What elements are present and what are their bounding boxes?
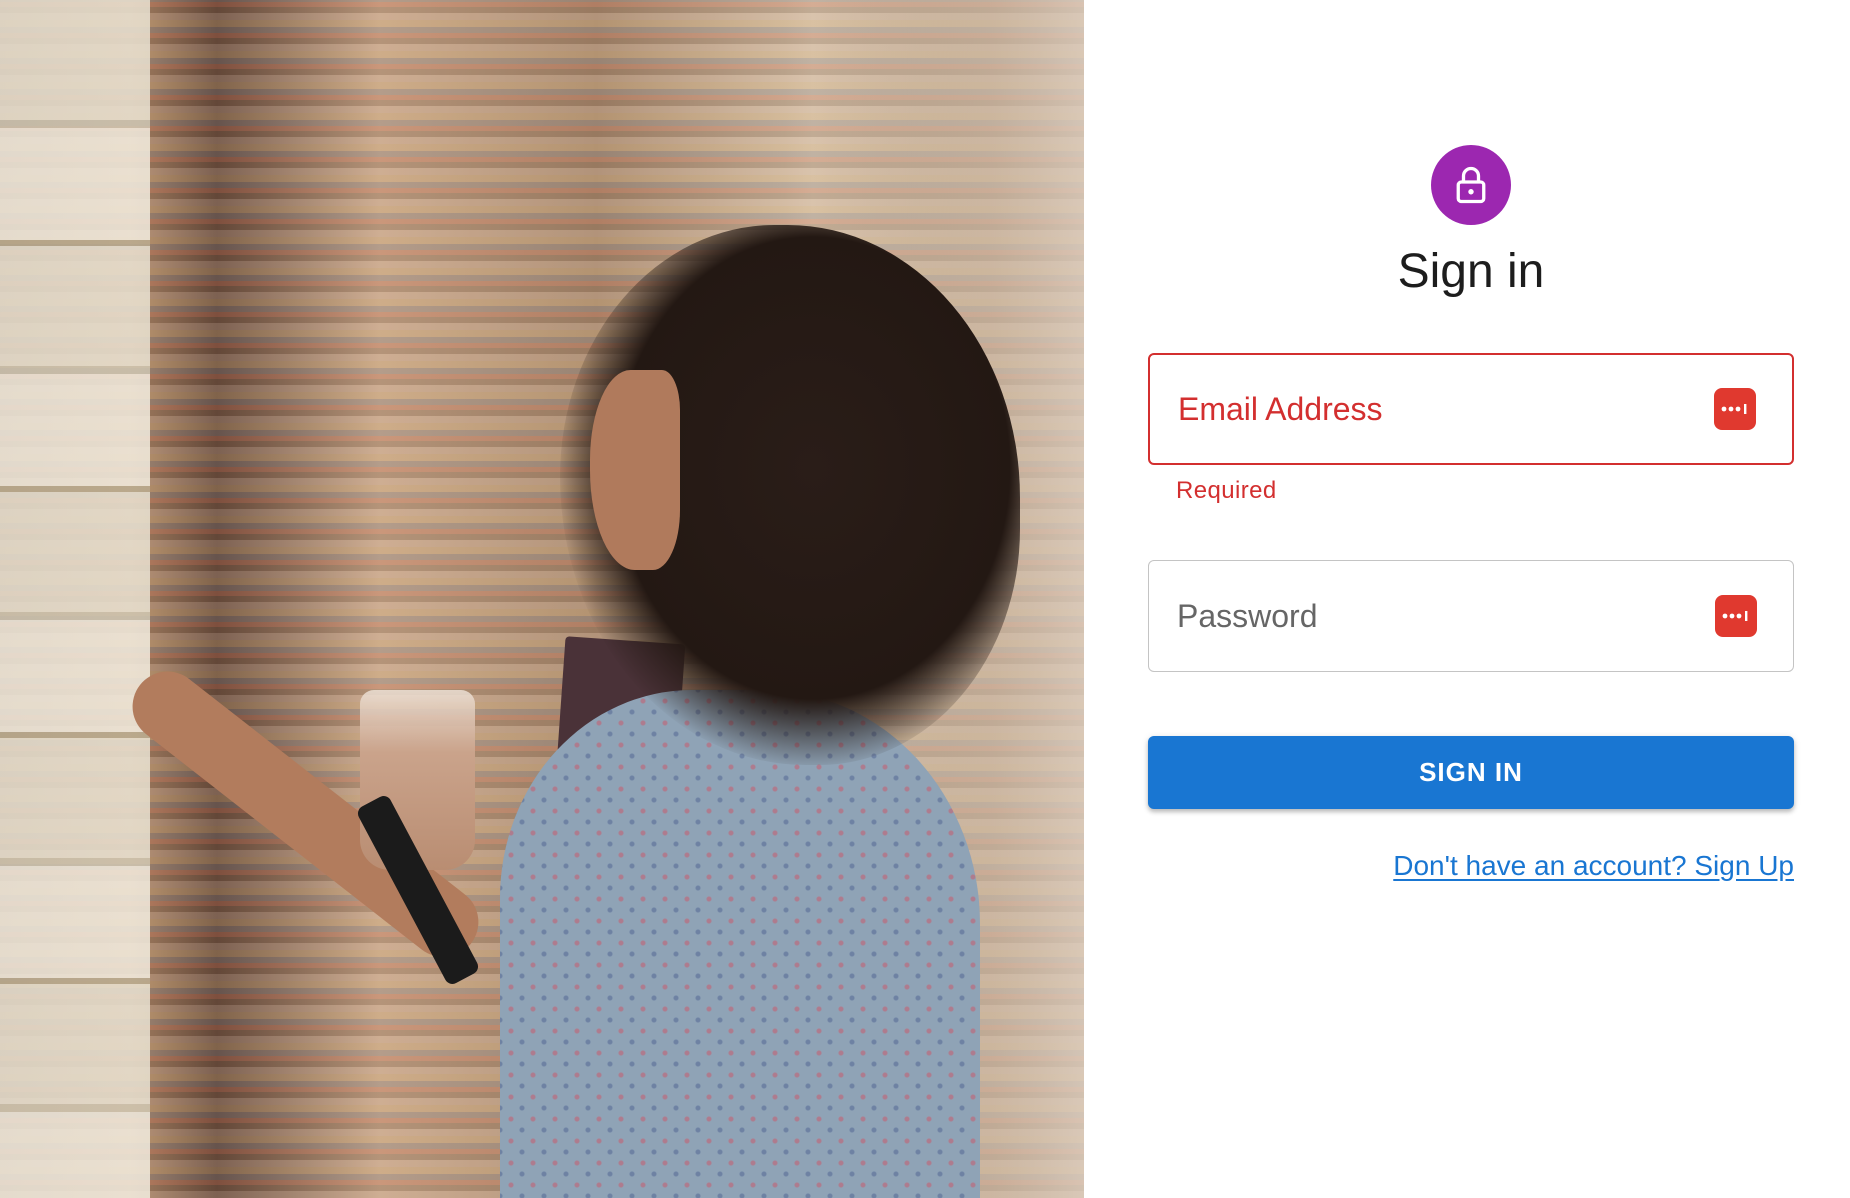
paper-notes-wall <box>0 0 150 1198</box>
sign-in-page: Sign in Required SIGN IN Don't have an a… <box>0 0 1850 1198</box>
sign-up-link[interactable]: Don't have an account? Sign Up <box>1393 850 1794 882</box>
floral-shirt <box>500 690 980 1198</box>
email-field[interactable] <box>1148 353 1794 465</box>
dots-icon <box>1722 611 1748 621</box>
email-helper-text: Required <box>1176 477 1277 504</box>
dots-icon <box>1721 404 1747 414</box>
hero-image <box>0 0 1084 1198</box>
password-manager-icon[interactable] <box>1714 388 1756 430</box>
password-field[interactable] <box>1148 560 1794 672</box>
email-input[interactable] <box>1178 379 1714 439</box>
sign-in-button[interactable]: SIGN IN <box>1148 736 1794 809</box>
face <box>590 370 680 570</box>
password-input[interactable] <box>1177 586 1715 646</box>
lock-icon <box>1456 166 1486 204</box>
lock-avatar <box>1431 145 1511 225</box>
page-title: Sign in <box>1397 245 1545 298</box>
password-manager-icon[interactable] <box>1715 595 1757 637</box>
